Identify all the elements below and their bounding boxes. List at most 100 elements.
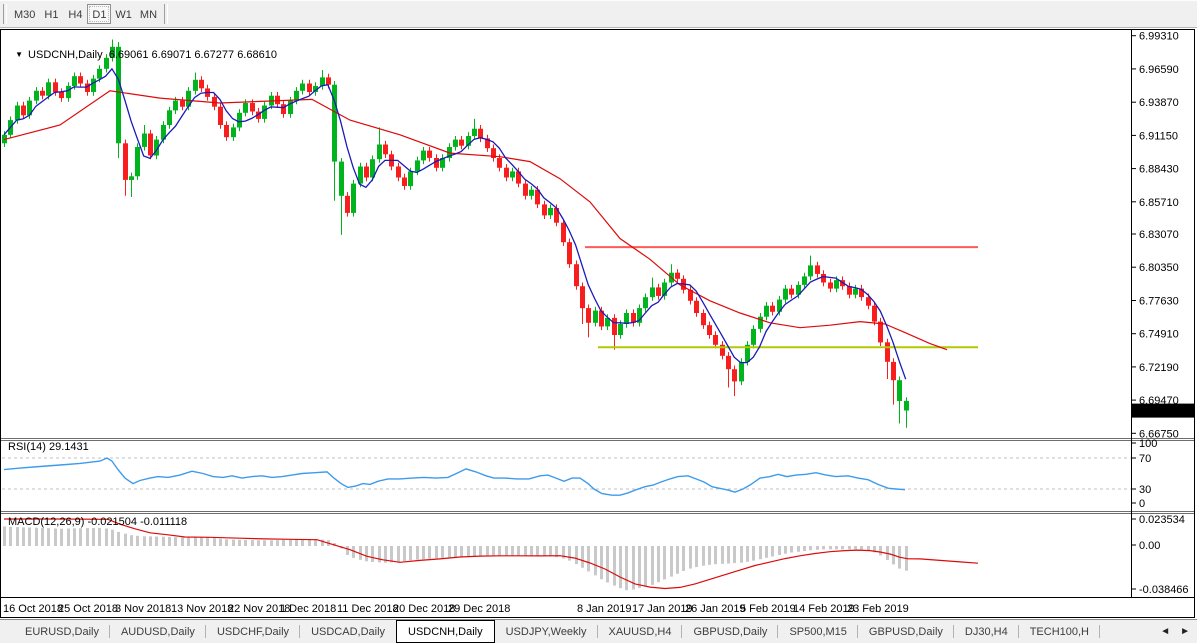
macd-histogram-bar (365, 546, 368, 561)
candle-body (300, 84, 305, 91)
tab-usdcad,daily[interactable]: USDCAD,Daily (300, 620, 396, 643)
macd-histogram-bar (47, 528, 50, 546)
tab-audusd,daily[interactable]: AUDUSD,Daily (110, 620, 206, 643)
candle-body (262, 106, 267, 119)
candle-body (459, 140, 464, 146)
candle-body (802, 276, 807, 285)
macd-histogram-bar (225, 539, 228, 546)
date-axis-label: 13 Nov 2018 (171, 603, 233, 615)
candle-body (294, 91, 299, 101)
candle-body (339, 162, 344, 196)
macd-histogram-bar (708, 546, 711, 565)
timeframe-button-d1[interactable]: D1 (87, 4, 111, 24)
tab-usdchf,daily[interactable]: USDCHF,Daily (206, 620, 300, 643)
candle-body (713, 335, 718, 345)
price-axis-label: 6.88430 (1139, 164, 1179, 176)
macd-histogram-bar (682, 546, 685, 571)
candle-body (650, 287, 655, 297)
tab-xauusd,h4[interactable]: XAUUSD,H4 (598, 620, 683, 643)
candle-body (307, 84, 312, 93)
candle-body (237, 113, 242, 128)
macd-histogram-bar (663, 546, 666, 579)
macd-histogram-bar (403, 546, 406, 561)
candle-body (193, 80, 198, 91)
tab-sp500,m15[interactable]: SP500,M15 (778, 620, 857, 643)
macd-histogram-bar (835, 546, 838, 549)
timeframe-button-m30[interactable]: M30 (10, 4, 39, 24)
macd-histogram-bar (181, 537, 184, 546)
tab-dj30,h4[interactable]: DJ30,H4 (954, 620, 1019, 643)
macd-histogram-bar (168, 537, 171, 546)
tab-eurusd,daily[interactable]: EURUSD,Daily (14, 620, 110, 643)
candle-body (21, 106, 26, 116)
macd-histogram-bar (860, 546, 863, 550)
scroll-tabs-left-icon[interactable]: ◄ (1160, 626, 1170, 637)
macd-histogram-bar (92, 528, 95, 546)
macd-histogram-bar (149, 536, 152, 546)
macd-histogram-bar (790, 546, 793, 553)
macd-histogram-bar (765, 546, 768, 558)
price-axis-label: 6.85710 (1139, 197, 1179, 209)
macd-histogram-bar (448, 546, 451, 558)
macd-histogram-bar (428, 546, 431, 559)
macd-histogram-bar (841, 546, 844, 549)
macd-histogram-bar (752, 546, 755, 561)
macd-histogram-bar (257, 540, 260, 546)
scroll-tabs-right-icon[interactable]: ► (1180, 626, 1190, 637)
candle-body (853, 289, 858, 295)
candle-body (15, 106, 20, 121)
macd-histogram-bar (251, 540, 254, 546)
candle-body (364, 167, 369, 178)
rsi-pane-surface[interactable] (2, 441, 1131, 510)
candle-body (561, 223, 566, 243)
candle-body (707, 325, 712, 335)
timeframe-button-mn[interactable]: MN (136, 4, 161, 24)
price-axis-label: 6.74910 (1139, 329, 1179, 341)
date-axis-label: 14 Feb 2019 (793, 603, 855, 615)
macd-histogram-bar (657, 546, 660, 582)
tab-usdcnh,daily-active[interactable]: USDCNH,Daily (396, 620, 495, 643)
timeframe-button-h4[interactable]: H4 (63, 4, 87, 24)
tab-usdjpy,weekly[interactable]: USDJPY,Weekly (495, 620, 598, 643)
macd-histogram-bar (232, 540, 235, 546)
macd-histogram-bar (778, 546, 781, 555)
tab-gbpusd,daily[interactable]: GBPUSD,Daily (858, 620, 954, 643)
macd-histogram-bar (492, 546, 495, 556)
price-axis-label: 6.91150 (1139, 130, 1178, 142)
macd-histogram-bar (263, 540, 266, 546)
candle-body (402, 178, 407, 187)
symbol-tabs: EURUSD,DailyAUDUSD,DailyUSDCHF,DailyUSDC… (14, 620, 1100, 643)
candle-body (116, 47, 121, 144)
tab-gbpusd,daily[interactable]: GBPUSD,Daily (682, 620, 778, 643)
macd-histogram-bar (848, 546, 851, 549)
collapse-chart-icon[interactable]: ▼ (15, 50, 23, 59)
tab-tech100,h[interactable]: TECH100,H (1019, 620, 1100, 643)
macd-histogram-bar (441, 546, 444, 558)
candle-body (872, 306, 877, 322)
candle-body (383, 145, 388, 155)
candle-body (510, 171, 515, 177)
timeframe-button-w1[interactable]: W1 (111, 4, 136, 24)
macd-histogram-bar (733, 546, 736, 563)
macd-histogram-bar (587, 546, 590, 571)
macd-histogram-bar (486, 546, 489, 556)
candle-body (46, 82, 51, 95)
macd-histogram-bar (73, 528, 76, 546)
main-chart-surface[interactable] (2, 30, 1131, 437)
macd-axis-label: -0.038466 (1139, 584, 1189, 596)
macd-histogram-bar (803, 546, 806, 551)
macd-histogram-bar (200, 537, 203, 546)
macd-histogram-bar (702, 546, 705, 566)
candle-body (40, 91, 45, 96)
candle-body (135, 147, 140, 176)
price-axis-label: 6.99310 (1139, 31, 1179, 43)
macd-histogram-bar (721, 546, 724, 564)
macd-histogram-bar (422, 546, 425, 559)
timeframe-button-h1[interactable]: H1 (39, 4, 63, 24)
date-axis-label: 17 Jan 2019 (632, 603, 693, 615)
macd-histogram-bar (28, 528, 31, 547)
macd-histogram-bar (276, 540, 279, 546)
macd-histogram-bar (581, 546, 584, 568)
macd-histogram-bar (435, 546, 438, 558)
chart-canvas: 6.993106.965906.938706.911506.884306.857… (0, 29, 1195, 618)
